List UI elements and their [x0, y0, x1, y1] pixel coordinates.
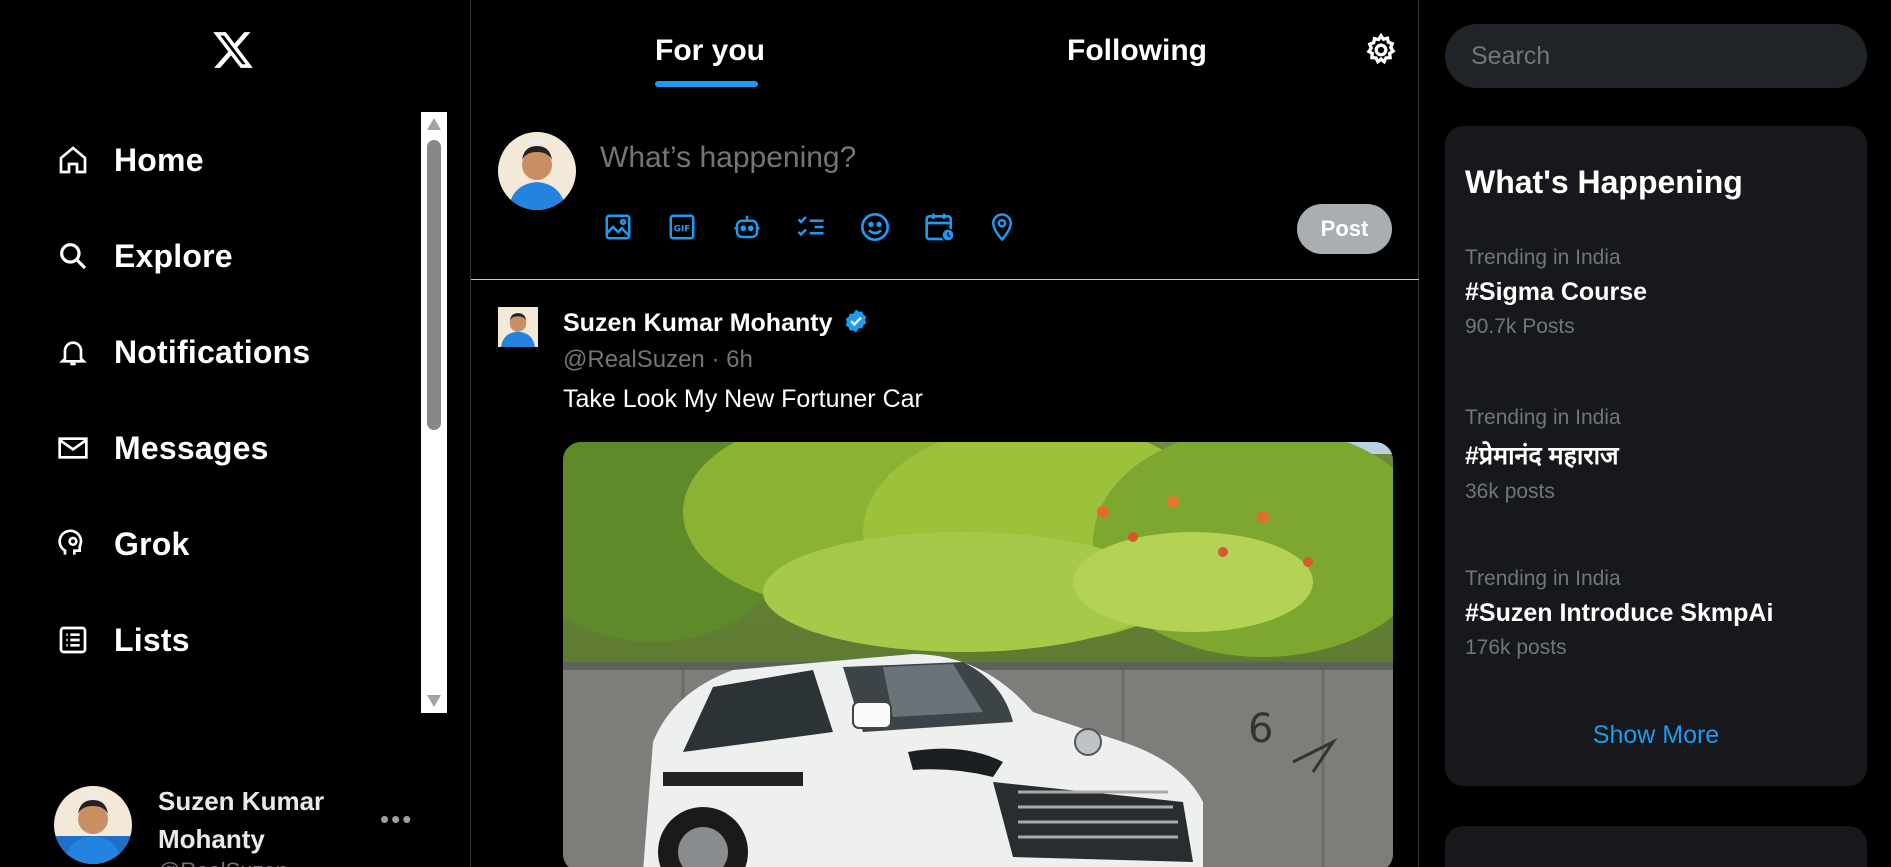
trend-context: Trending in India	[1465, 406, 1621, 429]
nav-item-home[interactable]: Home	[0, 112, 446, 208]
panel-title: What's Happening	[1465, 164, 1743, 200]
profile-handle: @RealSuzen	[158, 858, 288, 867]
trend-count: 36k posts	[1465, 480, 1555, 503]
trend-count: 90.7k Posts	[1465, 315, 1575, 338]
scroll-up-arrow-icon[interactable]	[427, 118, 441, 130]
nav-label-grok: Grok	[114, 525, 190, 562]
trend-item[interactable]: Trending in India #Suzen Introduce SkmpA…	[1465, 567, 1855, 660]
envelope-icon	[56, 431, 90, 465]
nav-item-notifications[interactable]: Notifications	[0, 304, 446, 400]
nav-item-lists[interactable]: Lists	[0, 592, 446, 688]
left-sidebar: Home Explore Notifications Messages Grok…	[0, 0, 471, 867]
nav-label-home: Home	[114, 141, 204, 178]
emoji-icon[interactable]	[857, 209, 921, 245]
nav-scrollbar[interactable]	[421, 112, 447, 713]
whats-happening-panel: What's Happening Trending in India #Sigm…	[1445, 126, 1867, 786]
tweet-text: Take Look My New Fortuner Car	[563, 385, 923, 413]
nav-label-messages: Messages	[114, 429, 269, 466]
list-icon	[56, 623, 90, 657]
bell-icon	[56, 335, 90, 369]
trend-context: Trending in India	[1465, 246, 1621, 269]
avatar[interactable]	[498, 307, 538, 347]
trend-tag: #Sigma Course	[1465, 278, 1648, 306]
svg-text:GIF: GIF	[674, 224, 690, 234]
trend-context: Trending in India	[1465, 567, 1621, 590]
nav-item-grok[interactable]: Grok	[0, 496, 446, 592]
x-logo-icon[interactable]	[209, 28, 257, 72]
avatar	[498, 132, 576, 210]
compose-box: What’s happening? GIF Post	[471, 95, 1419, 280]
right-sidebar: Search What's Happening Trending in Indi…	[1419, 0, 1891, 867]
nav-item-messages[interactable]: Messages	[0, 400, 446, 496]
trend-tag: #प्रेमानंद महाराज	[1465, 442, 1619, 470]
svg-text:6: 6	[1248, 706, 1273, 752]
poll-icon[interactable]	[793, 209, 857, 245]
compose-input[interactable]: What’s happening?	[600, 141, 856, 175]
compose-toolbar: GIF	[601, 209, 1049, 245]
more-options-icon[interactable]: •••	[380, 804, 413, 835]
nav-list: Home Explore Notifications Messages Grok…	[0, 112, 446, 712]
account-switcher[interactable]: Suzen Kumar Mohanty @RealSuzen •••	[54, 782, 434, 867]
gear-icon[interactable]	[1363, 32, 1399, 68]
verified-badge-icon	[843, 308, 869, 334]
tweet-handle-time[interactable]: @RealSuzen · 6h	[563, 346, 753, 374]
schedule-icon[interactable]	[921, 209, 985, 245]
avatar	[54, 786, 132, 864]
tab-following[interactable]: Following	[1067, 34, 1207, 68]
grok-icon	[56, 527, 90, 561]
tweet[interactable]: Suzen Kumar Mohanty @RealSuzen · 6h Take…	[471, 281, 1419, 867]
tab-for-you[interactable]: For you	[655, 34, 765, 68]
location-icon[interactable]	[985, 209, 1049, 245]
trend-item[interactable]: Trending in India #Sigma Course 90.7k Po…	[1465, 246, 1855, 339]
app-window: Home Explore Notifications Messages Grok…	[0, 0, 1891, 867]
secondary-panel	[1445, 826, 1867, 867]
image-icon[interactable]	[601, 209, 665, 245]
nav-label-lists: Lists	[114, 621, 190, 658]
home-icon	[56, 143, 90, 177]
post-button[interactable]: Post	[1297, 204, 1392, 254]
trend-tag: #Suzen Introduce SkmpAi	[1465, 599, 1774, 627]
tweet-author-name[interactable]: Suzen Kumar Mohanty	[563, 309, 832, 338]
gif-icon[interactable]: GIF	[665, 209, 729, 245]
search-input[interactable]: Search	[1445, 24, 1867, 88]
trend-item[interactable]: Trending in India #प्रेमानंद महाराज 36k …	[1465, 406, 1855, 504]
tweet-image[interactable]: 6	[563, 442, 1393, 867]
nav-item-explore[interactable]: Explore	[0, 208, 446, 304]
nav-label-notifications: Notifications	[114, 333, 311, 370]
grok-bot-icon[interactable]	[729, 209, 793, 245]
timeline-tabs: For you Following	[471, 0, 1419, 95]
main-timeline: For you Following What’s happening? GIF …	[471, 0, 1419, 867]
trend-count: 176k posts	[1465, 636, 1567, 659]
active-tab-indicator	[655, 81, 758, 87]
show-more-link[interactable]: Show More	[1445, 721, 1867, 750]
nav-label-explore: Explore	[114, 237, 233, 274]
profile-name: Suzen Kumar Mohanty	[158, 786, 325, 854]
scroll-thumb[interactable]	[427, 140, 441, 430]
search-icon	[56, 239, 90, 273]
scroll-down-arrow-icon[interactable]	[427, 695, 441, 707]
